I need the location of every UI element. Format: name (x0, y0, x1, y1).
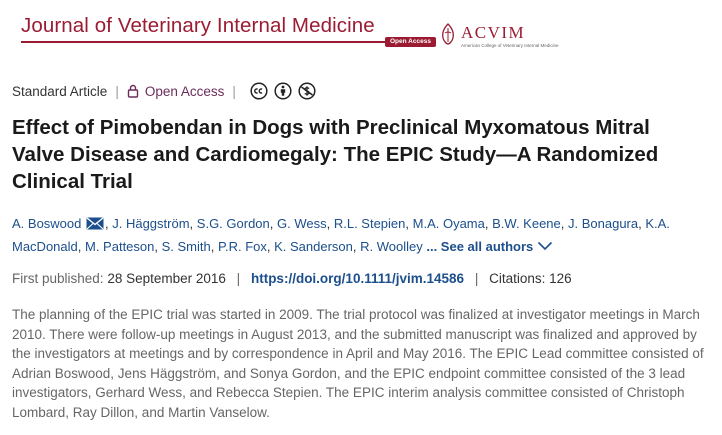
journal-rule (21, 41, 386, 43)
cc-icon[interactable] (250, 82, 268, 100)
open-access-badge: Open Access (385, 37, 436, 47)
author-link[interactable]: M. Patteson (85, 239, 154, 254)
separator: | (232, 83, 236, 99)
article-meta-row: Standard Article | Open Access | (12, 80, 316, 102)
author-link[interactable]: R. Woolley (360, 239, 423, 254)
separator: , (77, 239, 85, 254)
author-link[interactable]: M.A. Oyama (413, 216, 485, 231)
first-published-date: 28 September 2016 (107, 271, 226, 286)
separator: , (405, 216, 413, 231)
separator: , (189, 216, 197, 231)
author-link[interactable]: B.W. Keene (492, 216, 561, 231)
author-link[interactable]: P.R. Fox (218, 239, 267, 254)
author-link[interactable]: G. Wess (277, 216, 327, 231)
separator: , (266, 239, 275, 254)
publication-info: First published: 28 September 2016 | htt… (12, 271, 572, 286)
by-icon[interactable] (274, 82, 292, 100)
author-link[interactable]: S.G. Gordon (197, 216, 270, 231)
acvim-tagline: American College of Veterinary Internal … (461, 43, 559, 48)
author-link[interactable]: R.L. Stepien (334, 216, 406, 231)
acvim-wordmark: ACVIM (461, 23, 526, 42)
separator: | (236, 271, 241, 286)
author-link[interactable]: K. Sanderson (274, 239, 353, 254)
chevron-down-icon (538, 241, 553, 251)
see-all-label: ... See all authors (426, 239, 534, 254)
separator: , (326, 216, 334, 231)
author-link[interactable]: A. Boswood (12, 216, 81, 231)
first-published-label: First published: (12, 271, 104, 286)
author-list: A. Boswood , J. Häggström, S.G. Gordon, … (12, 212, 712, 258)
citations-link[interactable]: Citations: 126 (489, 271, 572, 286)
separator: , (154, 239, 162, 254)
see-all-authors-button[interactable]: ... See all authors (426, 239, 553, 254)
article-title: Effect of Pimobendan in Dogs with Precli… (12, 116, 659, 193)
separator: | (474, 271, 479, 286)
separator: , (269, 216, 277, 231)
acvim-mark-icon (442, 23, 454, 45)
journal-title[interactable]: Journal of Veterinary Internal Medicine (21, 14, 375, 38)
author-link[interactable]: J. Bonagura (568, 216, 638, 231)
author-link[interactable]: S. Smith (162, 239, 211, 254)
open-access-link[interactable]: Open Access (145, 84, 225, 99)
separator: , (210, 239, 218, 254)
separator: | (115, 83, 119, 99)
author-link[interactable]: J. Häggström (112, 216, 189, 231)
email-icon[interactable] (86, 217, 104, 230)
separator: , (560, 216, 568, 231)
acvim-logo[interactable]: ACVIM American College of Veterinary Int… (439, 18, 559, 54)
lock-open-icon (127, 84, 139, 98)
doi-link[interactable]: https://doi.org/10.1111/jvim.14586 (251, 271, 464, 286)
abstract-text: The planning of the EPIC trial was start… (12, 307, 704, 420)
journal-header: Journal of Veterinary Internal Medicine … (21, 14, 559, 54)
article-type: Standard Article (12, 83, 108, 99)
nc-icon[interactable] (298, 82, 316, 100)
